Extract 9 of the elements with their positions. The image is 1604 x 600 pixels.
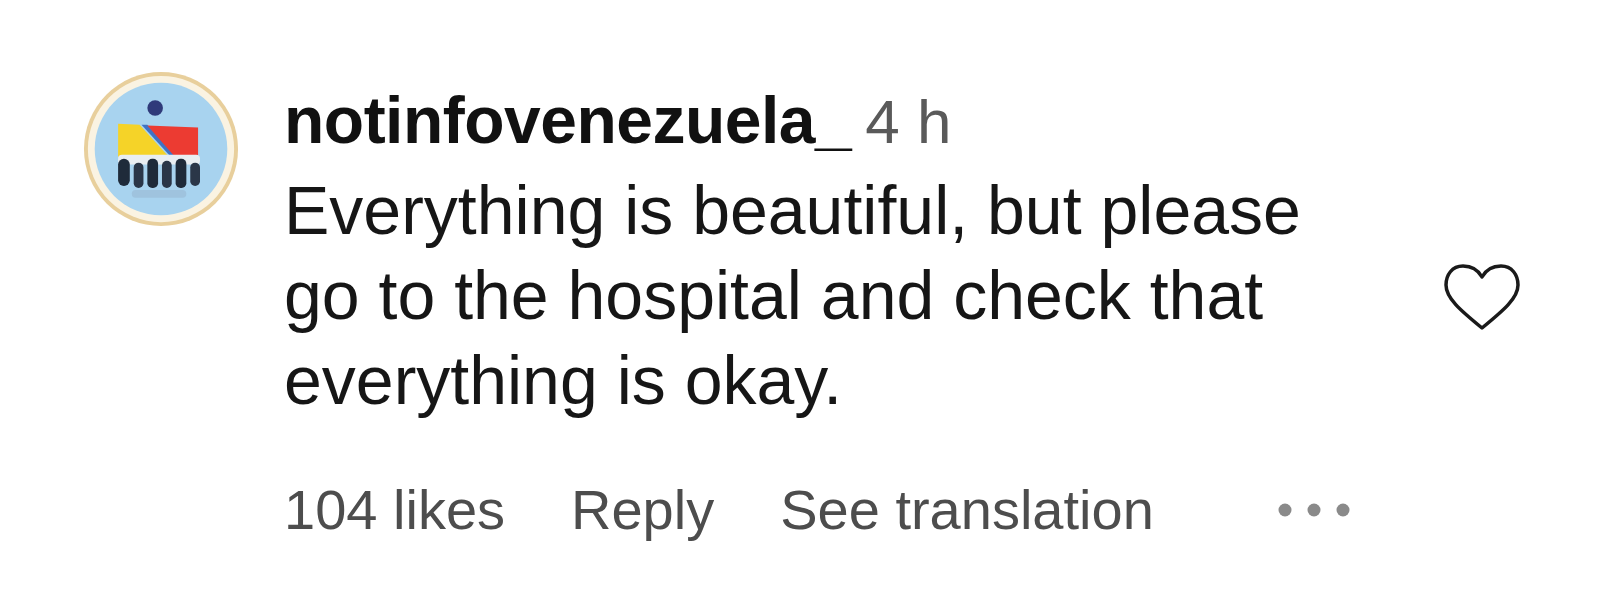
- avatar-icon[interactable]: [83, 71, 239, 227]
- timestamp: 4 h: [865, 86, 952, 158]
- reply-link[interactable]: Reply: [571, 475, 715, 545]
- translation-link[interactable]: See translation: [780, 475, 1154, 545]
- username-link[interactable]: notinfovenezuela_: [284, 77, 852, 164]
- likes-count-link[interactable]: 104 likes: [284, 475, 506, 545]
- ellipsis-icon[interactable]: [1277, 503, 1350, 517]
- comment-text: Everything is beautiful, but please go to the hospital and check that everything is okay.: [284, 171, 1302, 420]
- heart-icon[interactable]: [1444, 264, 1520, 330]
